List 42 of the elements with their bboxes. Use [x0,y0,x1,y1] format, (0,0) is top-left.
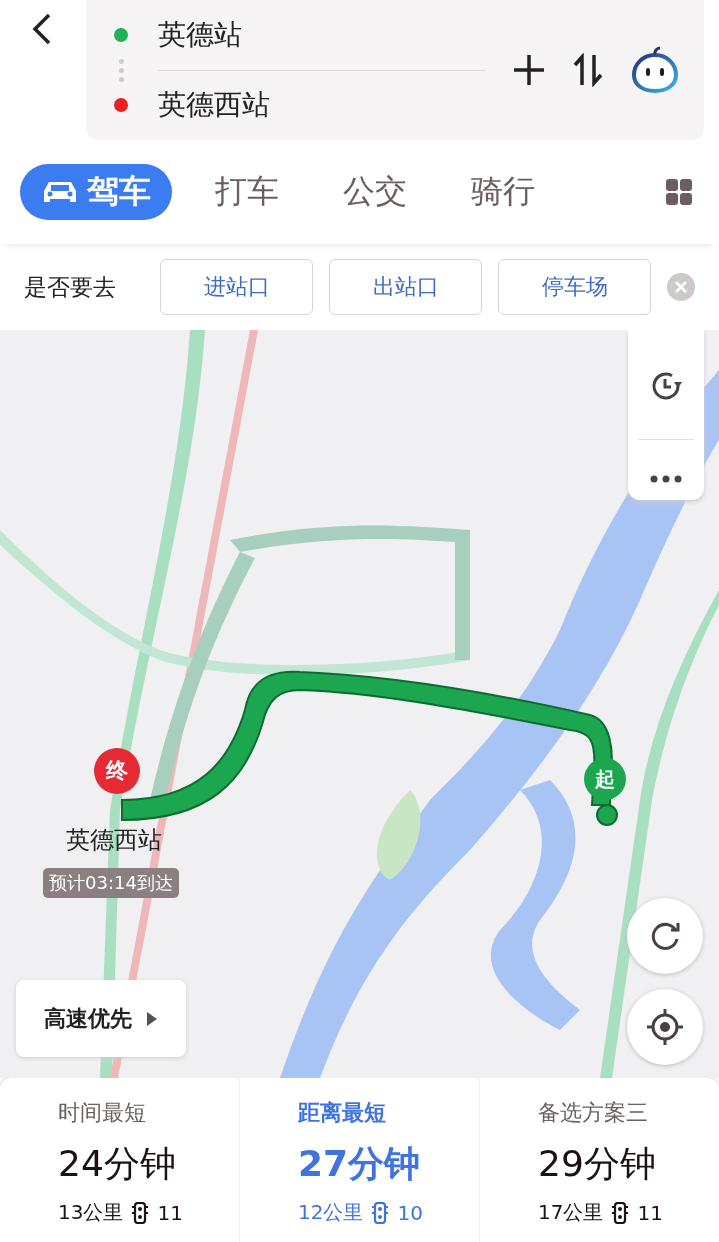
mode-tab[interactable]: 打车 [194,164,300,220]
back-icon[interactable] [31,12,53,46]
route-plan-card[interactable]: 备选方案三 29分钟 17公里 11 [480,1078,719,1242]
plan-distance: 12公里 [298,1199,364,1226]
plan-title: 备选方案三 [538,1099,649,1127]
eta-label: 预计03:14到达 [43,868,179,898]
preference-button[interactable]: 高速优先 [16,980,186,1057]
add-icon[interactable] [512,53,546,87]
route-plan-card[interactable]: 时间最短 24分钟 13公里 11 [0,1078,240,1242]
end-field[interactable]: 英德西站 [158,86,270,124]
start-dot [114,28,128,42]
plan-title: 距离最短 [298,1099,387,1127]
destination-label: 英德西站 [66,825,162,856]
grid-icon[interactable] [665,178,693,206]
plan-duration: 29分钟 [538,1142,657,1186]
traffic-light-count: 10 [397,1200,423,1225]
mode-tab[interactable]: 骑行 [450,164,556,220]
traffic-light-icon [131,1201,150,1224]
start-field[interactable]: 英德站 [158,16,242,54]
more-icon[interactable] [650,474,682,483]
mode-tab[interactable]: 驾车 [20,164,172,220]
traffic-light-count: 11 [157,1200,183,1225]
plan-title: 时间最短 [58,1099,147,1127]
assistant-icon[interactable] [630,45,680,95]
traffic-light-count: 11 [637,1200,663,1225]
prompt-label: 是否要去 [24,272,117,302]
mode-tab[interactable]: 公交 [322,164,428,220]
plan-duration: 27分钟 [298,1142,422,1186]
entrance-option[interactable]: 进站口 [160,259,313,315]
traffic-light-icon [371,1201,390,1224]
car-icon [41,179,79,205]
triangle-icon [146,1010,158,1027]
swap-icon[interactable] [572,53,604,87]
traffic-light-icon [611,1201,630,1224]
plan-duration: 24分钟 [58,1142,177,1186]
route-plan-card[interactable]: 距离最短 27分钟 12公里 10 [240,1078,480,1242]
end-dot [114,98,128,112]
entrance-option[interactable]: 出站口 [329,259,482,315]
plan-distance: 17公里 [538,1199,604,1226]
entrance-option[interactable]: 停车场 [498,259,651,315]
locate-icon [646,1008,684,1046]
plan-distance: 13公里 [58,1199,124,1226]
